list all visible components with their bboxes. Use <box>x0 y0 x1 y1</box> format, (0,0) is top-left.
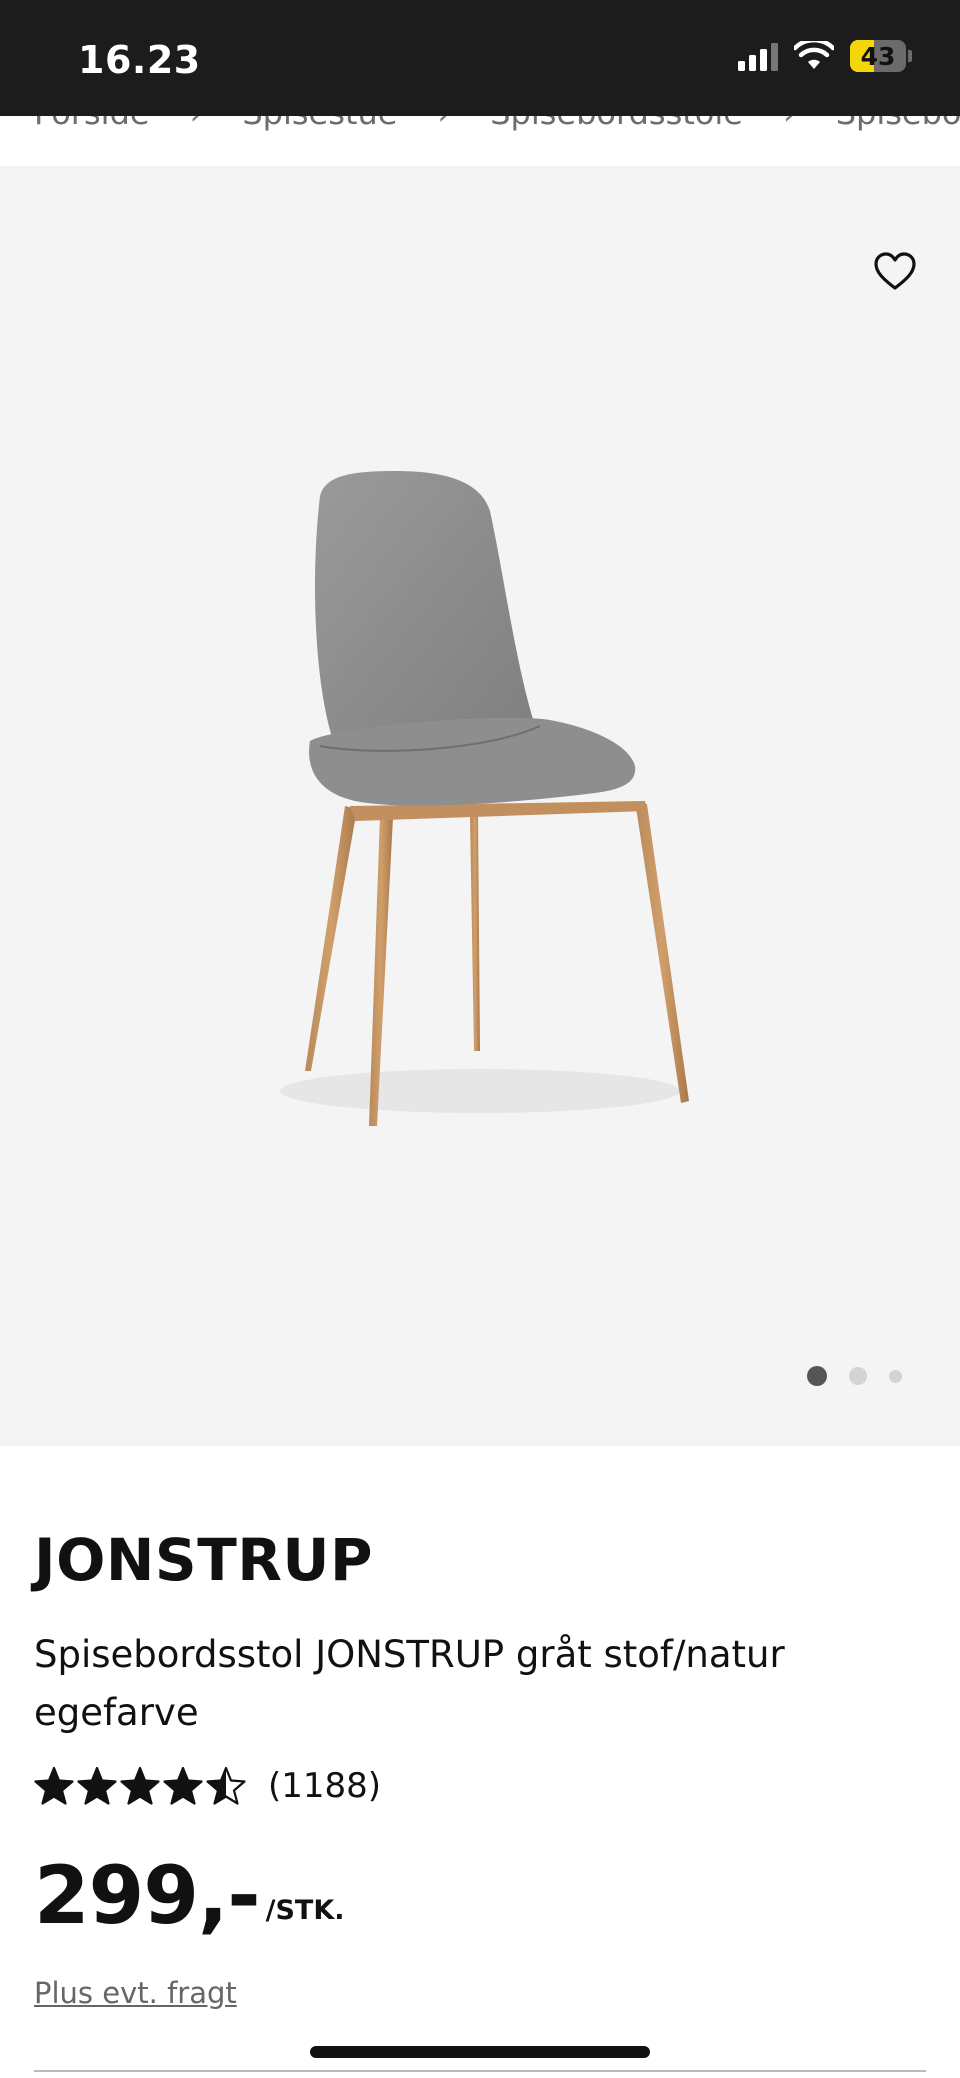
star-filled-icon <box>34 1766 74 1805</box>
breadcrumb-item[interactable]: Spisebordsstol JON <box>836 116 960 132</box>
price-unit: /STK. <box>265 1895 345 1926</box>
star-half-icon <box>206 1766 246 1805</box>
heart-outline-icon <box>874 252 916 290</box>
shipping-link[interactable]: Plus evt. fragt <box>34 1976 237 2010</box>
product-gallery[interactable] <box>0 166 960 1446</box>
home-indicator <box>310 2046 650 2058</box>
price-value: 299,- <box>34 1849 261 1942</box>
product-image-chair[interactable] <box>265 471 695 1141</box>
pager-dot[interactable] <box>807 1366 827 1386</box>
product-price: 299,- /STK. <box>34 1856 345 1936</box>
review-count[interactable]: (1188) <box>268 1766 381 1806</box>
breadcrumb-separator: › <box>437 116 450 132</box>
status-bar: 16.23 43 <box>0 0 960 116</box>
rating-stars <box>34 1766 246 1806</box>
breadcrumb: Forside › Spisestue › Spisebordsstole › Spiseb… <box>0 116 960 166</box>
battery-level: 43 <box>860 41 896 71</box>
pager-dot[interactable] <box>849 1367 867 1385</box>
breadcrumb-item[interactable]: Spisebordsstole <box>490 116 743 132</box>
breadcrumb-item[interactable]: Spisestue <box>242 116 397 132</box>
star-filled-icon <box>77 1766 117 1805</box>
signal-icon <box>738 41 778 71</box>
product-brand: JONSTRUP <box>34 1526 374 1594</box>
status-time: 16.23 <box>78 38 201 82</box>
wifi-icon <box>794 41 834 69</box>
breadcrumb-item[interactable]: Forside <box>34 116 150 132</box>
battery-icon: 43 <box>850 40 912 72</box>
divider <box>34 2070 926 2072</box>
breadcrumb-separator: › <box>783 116 796 132</box>
star-filled-icon <box>120 1766 160 1805</box>
favorite-button[interactable] <box>860 236 930 306</box>
star-filled-icon <box>163 1766 203 1805</box>
product-rating[interactable]: (1188) <box>34 1766 381 1806</box>
status-icons: 43 <box>738 40 912 72</box>
product-description: Spisebordsstol JONSTRUP gråt stof/natur … <box>34 1633 785 1734</box>
image-pager[interactable] <box>807 1366 902 1386</box>
breadcrumb-separator: › <box>190 116 203 132</box>
pager-dot[interactable] <box>889 1369 902 1383</box>
